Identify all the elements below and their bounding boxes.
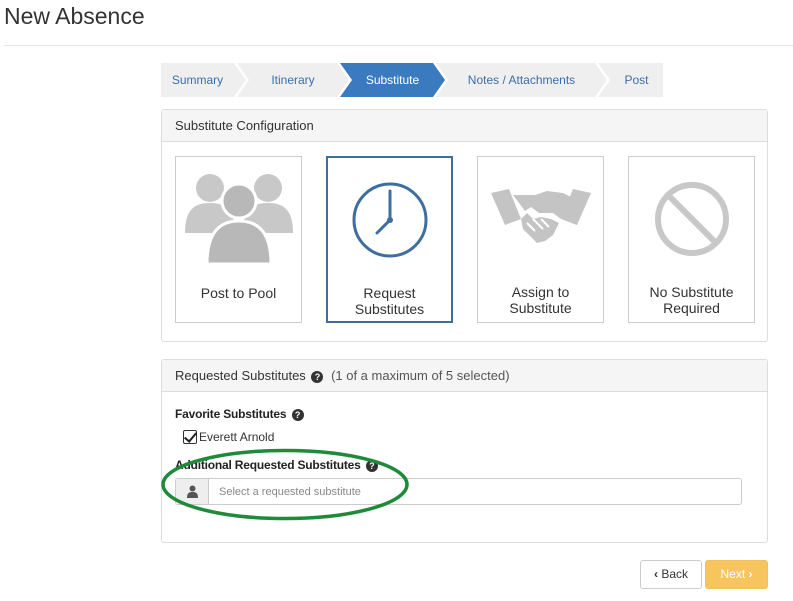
- chevron-right-icon: ›: [748, 567, 753, 581]
- step-itinerary[interactable]: Itinerary: [237, 63, 349, 97]
- option-request-substitutes-label-1: Request: [363, 285, 416, 301]
- user-icon: [187, 485, 198, 498]
- additional-substitutes-heading: Additional Requested Substitutes ?: [175, 458, 378, 472]
- requested-count: (1 of a maximum of 5 selected): [331, 368, 510, 383]
- chevron-left-icon: ‹: [653, 567, 658, 581]
- substitute-configuration-panel: Substitute Configuration Post to Pool Re…: [161, 109, 768, 342]
- clock-icon: [352, 182, 427, 258]
- next-button-label: Next: [720, 567, 746, 581]
- option-request-substitutes-label-2: Substitutes: [354, 301, 425, 317]
- option-assign-to-substitute[interactable]: Assign to Substitute: [477, 156, 604, 323]
- back-button-label: Back: [661, 567, 689, 581]
- requested-substitutes-heading: Requested Substitutes ? (1 of a maximum …: [162, 360, 767, 392]
- option-post-to-pool[interactable]: Post to Pool: [175, 156, 302, 323]
- substitute-search-input[interactable]: [210, 479, 740, 504]
- requested-substitutes-title: Requested Substitutes: [175, 368, 306, 383]
- help-icon[interactable]: ?: [311, 371, 324, 383]
- option-no-substitute-required-label-2: Required: [663, 300, 720, 316]
- step-post-label: Post: [624, 73, 649, 87]
- step-summary-label: Summary: [171, 73, 224, 87]
- step-notes-attachments[interactable]: Notes / Attachments: [436, 63, 607, 97]
- title-divider: [4, 45, 793, 46]
- additional-substitutes-label: Additional Requested Substitutes: [175, 458, 361, 472]
- next-button[interactable]: Next ›: [705, 560, 768, 589]
- option-post-to-pool-label: Post to Pool: [200, 285, 277, 301]
- user-addon: [176, 479, 209, 504]
- option-assign-to-substitute-label-1: Assign to: [511, 284, 570, 300]
- wizard-steps: Summary Itinerary Substitute Notes / Att…: [161, 63, 663, 97]
- option-request-substitutes[interactable]: Request Substitutes: [326, 156, 453, 323]
- step-post[interactable]: Post: [598, 63, 663, 97]
- step-substitute[interactable]: Substitute: [340, 63, 445, 97]
- favorite-substitute-name: Everett Arnold: [199, 430, 275, 444]
- step-notes-attachments-label: Notes / Attachments: [467, 73, 576, 87]
- back-button[interactable]: ‹ Back: [640, 560, 702, 589]
- requested-substitutes-panel: Requested Substitutes ? (1 of a maximum …: [161, 359, 768, 543]
- group-icon: [184, 174, 293, 266]
- substitute-configuration-heading: Substitute Configuration: [162, 110, 767, 142]
- option-assign-to-substitute-label-2: Substitute: [509, 300, 572, 316]
- step-itinerary-label: Itinerary: [271, 73, 315, 87]
- prohibited-icon: [654, 182, 729, 256]
- step-substitute-label: Substitute: [365, 73, 420, 87]
- step-summary[interactable]: Summary: [161, 63, 246, 97]
- option-no-substitute-required[interactable]: No Substitute Required: [628, 156, 755, 323]
- favorite-checkbox[interactable]: [183, 430, 197, 444]
- favorite-substitutes-heading: Favorite Substitutes ?: [175, 407, 304, 421]
- handshake-icon: [490, 189, 591, 243]
- help-icon[interactable]: ?: [291, 409, 304, 421]
- substitute-search-group: [175, 478, 742, 505]
- option-no-substitute-required-label-1: No Substitute: [649, 284, 734, 300]
- help-icon[interactable]: ?: [365, 460, 378, 472]
- favorite-substitutes-label: Favorite Substitutes: [175, 407, 287, 421]
- page-title: New Absence: [4, 3, 145, 29]
